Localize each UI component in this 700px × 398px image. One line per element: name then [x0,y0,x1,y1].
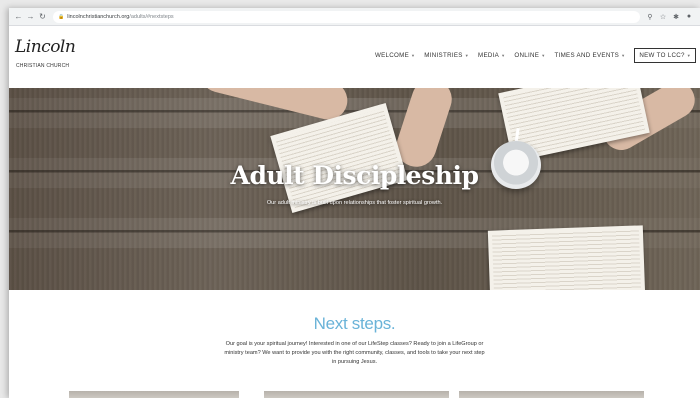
next-steps-section: Next steps. Our goal is your spiritual j… [9,314,700,367]
url-host: lincolnchristianchurch.org [67,13,130,20]
hero-photo-open-book [487,225,646,290]
nav-item-online[interactable]: ONLINE ▼ [514,52,545,59]
chevron-down-icon: ▼ [541,53,546,58]
next-steps-title: Next steps. [313,314,396,333]
search-icon[interactable]: ⚲ [646,13,654,21]
reload-icon[interactable]: ↻ [37,11,48,22]
chevron-down-icon: ▼ [621,53,626,58]
chevron-down-icon: ▼ [464,53,469,58]
back-arrow-icon[interactable]: ← [13,11,24,22]
extension-icon[interactable]: ✱ [672,13,680,21]
star-icon[interactable]: ☆ [659,13,667,21]
next-steps-body: Our goal is your spiritual journey! Inte… [224,341,485,365]
profile-icon[interactable]: ● [685,13,693,21]
new-to-lcc-button[interactable]: NEW TO LCC? ▼ [634,48,696,63]
nav-item-media[interactable]: MEDIA ▼ [478,52,505,59]
browser-window: ← → ↻ 🔒 lincolnchristianchurch.org/adult… [9,8,700,398]
hero-banner: Adult Discipleship Our adult ministry is… [9,88,700,290]
nav-label: MEDIA [477,52,500,59]
thumbnail-card[interactable] [264,391,449,398]
nav-label: WELCOME [374,52,410,59]
cta-label: NEW TO LCC? [639,52,685,59]
forward-arrow-icon[interactable]: → [25,11,36,22]
lock-icon: 🔒 [58,13,65,20]
hero-subtitle: Our adult ministry is built upon relatio… [266,200,443,206]
browser-toolbar: ← → ↻ 🔒 lincolnchristianchurch.org/adult… [9,8,700,26]
url-path: /adults/#nextsteps [129,13,174,20]
address-bar[interactable]: 🔒 lincolnchristianchurch.org/adults/#nex… [53,10,640,23]
logo-subtitle: CHRISTIAN CHURCH [16,63,70,69]
nav-label: MINISTRIES [424,52,463,59]
thumbnail-card[interactable] [459,391,644,398]
nav-item-welcome[interactable]: WELCOME ▼ [375,52,415,59]
nav-item-ministries[interactable]: MINISTRIES ▼ [424,52,469,59]
logo-script: Lincoln [15,37,76,57]
nav-label: ONLINE [514,52,540,59]
hero-title: Adult Discipleship [230,161,479,190]
chevron-down-icon: ▼ [686,53,691,58]
nav-label: TIMES AND EVENTS [554,52,620,59]
site-logo[interactable]: Lincoln CHRISTIAN CHURCH [13,35,76,79]
thumbnail-card[interactable] [69,391,239,398]
site-header: Lincoln CHRISTIAN CHURCH WELCOME ▼ MINIST… [9,26,700,88]
chevron-down-icon: ▼ [411,53,416,58]
chevron-down-icon: ▼ [501,53,506,58]
nav-item-times-and-events[interactable]: TIMES AND EVENTS ▼ [554,52,625,59]
main-nav: WELCOME ▼ MINISTRIES ▼ MEDIA ▼ ONLINE ▼ TIME… [375,48,696,63]
